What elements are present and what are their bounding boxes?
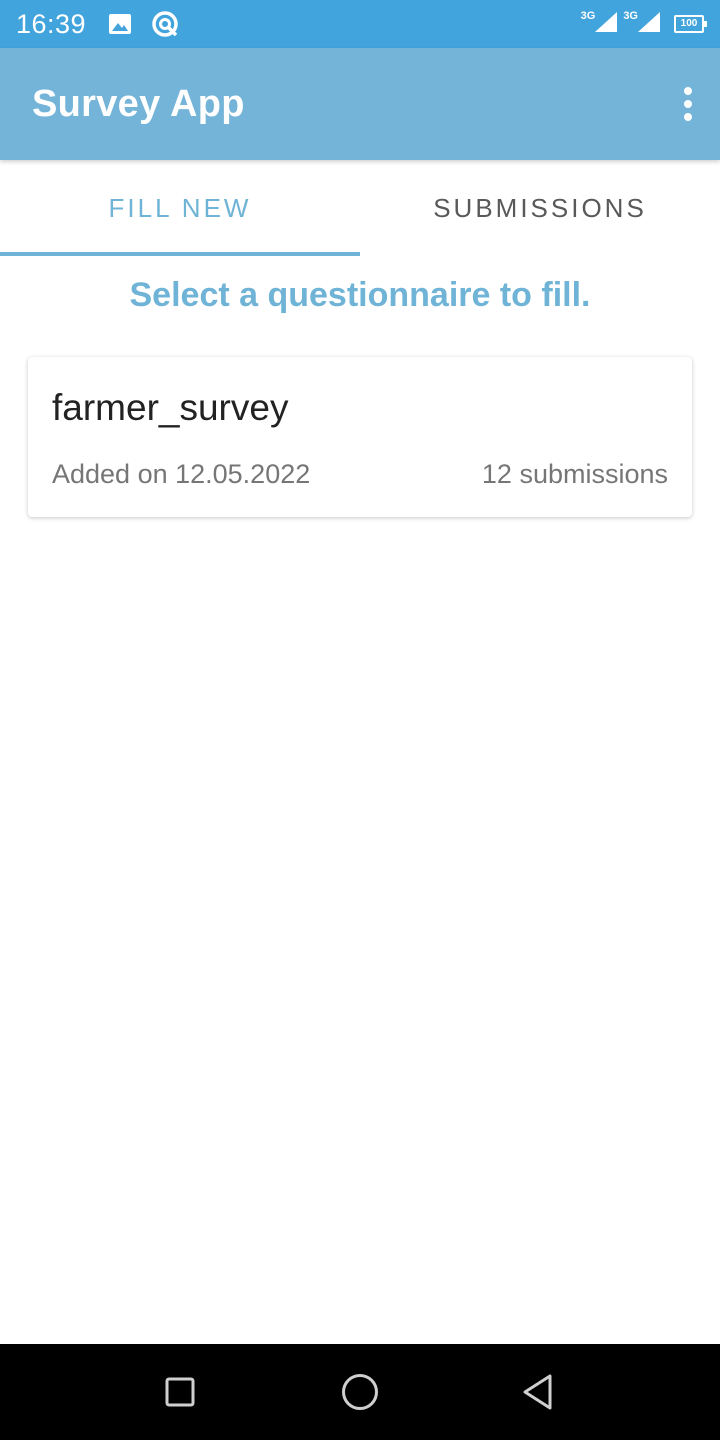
tab-bar: FILL NEW SUBMISSIONS: [0, 160, 720, 256]
app-bar: Survey App: [0, 48, 720, 160]
questionnaire-card[interactable]: farmer_survey Added on 12.05.2022 12 sub…: [28, 357, 692, 517]
status-time: 16:39: [16, 8, 87, 39]
network-label: 3G: [580, 10, 596, 22]
battery-level: 100: [680, 18, 698, 29]
app-title: Survey App: [32, 82, 245, 125]
navigation-bar: [0, 1344, 720, 1440]
status-bar: 16:39 3G 3G 100: [0, 0, 720, 48]
tab-fill-new[interactable]: FILL NEW: [0, 160, 360, 256]
sync-icon: [150, 9, 180, 39]
signal-3g-icon: [593, 10, 619, 39]
questionnaire-name: farmer_survey: [52, 387, 289, 428]
recent-apps-icon[interactable]: [152, 1364, 208, 1420]
more-vert-icon[interactable]: [668, 74, 708, 134]
signal-3g-icon: [636, 10, 662, 39]
network-label: 3G: [623, 10, 638, 22]
home-icon[interactable]: [332, 1364, 388, 1420]
page-title: Select a questionnaire to fill.: [129, 276, 591, 314]
back-icon[interactable]: [510, 1364, 566, 1420]
image-icon: [108, 13, 132, 35]
tab-submissions[interactable]: SUBMISSIONS: [360, 160, 720, 256]
questionnaire-submission-count: 12 submissions: [481, 459, 668, 489]
status-indicators: 3G 3G 100: [580, 10, 707, 39]
questionnaire-added-date: Added on 12.05.2022: [52, 459, 311, 489]
battery-icon: 100: [674, 15, 707, 33]
